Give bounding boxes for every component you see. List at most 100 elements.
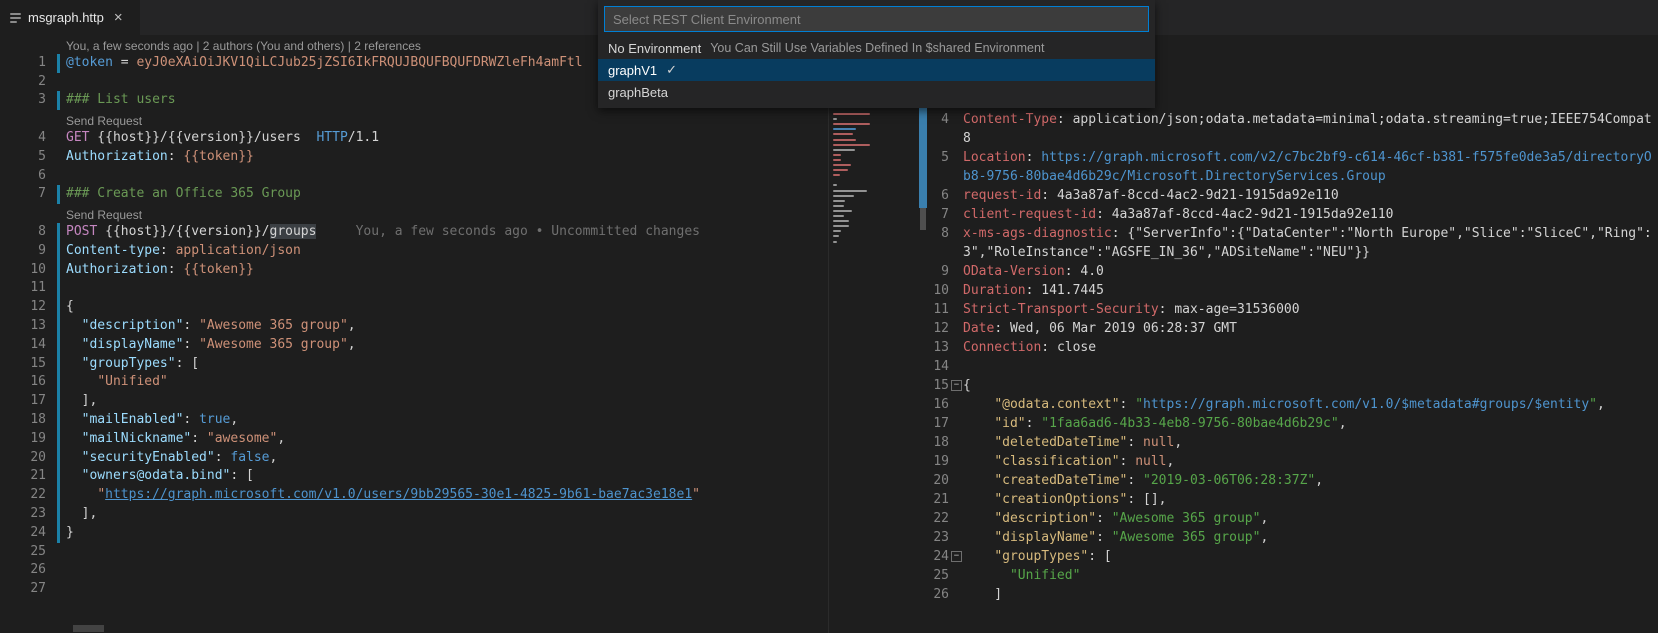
code-line[interactable]: 22 "description": "Awesome 365 group", <box>829 509 1658 528</box>
quickpick-item-graphbeta[interactable]: graphBeta <box>598 81 1155 103</box>
code-text: "deletedDateTime": null, <box>994 435 1183 450</box>
code-text: "Unified" <box>1009 568 1081 583</box>
code-line[interactable]: 9 OData-Version: 4.0 <box>829 262 1658 281</box>
code-line[interactable]: 16 "@odata.context": "https://graph.micr… <box>829 395 1658 414</box>
line-number: 19 <box>30 430 46 446</box>
code-line[interactable]: 22 "https://graph.microsoft.com/v1.0/use… <box>0 486 828 505</box>
code-line[interactable]: 25 "Unified" <box>829 566 1658 585</box>
code-line[interactable]: 8 x-ms-ags-diagnostic: {"ServerInfo":{"Da… <box>829 224 1658 243</box>
code-text: POST {{host}}/{{version}}/groups You, a … <box>66 223 700 239</box>
line-number: 22 <box>933 511 949 526</box>
code-line[interactable]: 12 { <box>0 298 828 317</box>
code-text: @token = eyJ0eXAiOiJKV1QiLCJub25jZSI6IkF… <box>66 54 583 70</box>
code-text: Connection: close <box>963 340 1097 355</box>
code-line[interactable]: 6 request-id: 4a3a87af-8ccd-4ac2-9d21-191… <box>829 186 1658 205</box>
code-line[interactable]: 23 "displayName": "Awesome 365 group", <box>829 528 1658 547</box>
code-text: x-ms-ags-diagnostic: {"ServerInfo":{"Dat… <box>963 226 1652 241</box>
code-line[interactable]: 11 <box>0 279 828 299</box>
line-number: 26 <box>30 562 46 578</box>
code-text: ], <box>66 393 98 409</box>
environment-quickpick: No Environment You Can Still Use Variabl… <box>598 0 1155 108</box>
code-text: "groupTypes": [ <box>81 355 200 371</box>
code-line[interactable]: 4 GET {{host}}/{{version}}/users HTTP/1.1 <box>0 129 828 148</box>
code-line[interactable]: 13 Connection: close <box>829 338 1658 357</box>
code-line[interactable]: 7 ### Create an Office 365 Group <box>0 185 828 205</box>
code-line[interactable]: 14 "displayName": "Awesome 365 group", <box>0 335 828 355</box>
tab-msgraph-http[interactable]: msgraph.http × <box>0 0 140 35</box>
code-line[interactable]: 8 <box>829 129 1658 148</box>
fold-icon[interactable]: − <box>951 551 962 562</box>
code-line[interactable]: 5 Location: https://graph.microsoft.com/v… <box>829 148 1658 167</box>
code-line[interactable]: 14 <box>829 357 1658 376</box>
line-number: 9 <box>941 264 949 279</box>
code-text: Duration: 141.7445 <box>963 283 1104 298</box>
line-number: 7 <box>941 207 949 222</box>
code-line[interactable]: 9 Content-type: application/json <box>0 241 828 261</box>
response-editor[interactable]: 4 Content-Type: application/json;odata.me… <box>829 35 1658 633</box>
code-text: client-request-id: 4a3a87af-8ccd-4ac2-9d… <box>963 207 1394 222</box>
code-line[interactable]: 17 ], <box>0 392 828 411</box>
code-line[interactable]: 20 "createdDateTime": "2019-03-06T06:28:… <box>829 471 1658 490</box>
code-text: "classification": null, <box>994 454 1175 469</box>
request-editor-lines: You, a few seconds ago | 2 authors (You … <box>0 35 828 599</box>
code-line[interactable]: 6 <box>0 167 828 186</box>
code-line[interactable]: 24} <box>0 523 828 543</box>
code-line[interactable]: 21 "creationOptions": [], <box>829 490 1658 509</box>
line-number: 14 <box>933 359 949 374</box>
http-file-icon <box>10 12 21 23</box>
code-line[interactable]: 21 "owners@odata.bind": [ <box>0 467 828 487</box>
code-line[interactable]: 5 Authorization: {{token}} <box>0 148 828 167</box>
request-editor[interactable]: You, a few seconds ago | 2 authors (You … <box>0 35 828 633</box>
code-text: "mailNickname": "awesome", <box>81 430 286 446</box>
code-line[interactable]: 10 Duration: 141.7445 <box>829 281 1658 300</box>
line-number: 25 <box>933 568 949 583</box>
line-number: 10 <box>933 283 949 298</box>
code-line[interactable]: 18 "mailEnabled": true, <box>0 410 828 430</box>
code-line[interactable]: 16 "Unified" <box>0 373 828 393</box>
code-line[interactable]: 10 Authorization: {{token}} <box>0 260 828 280</box>
code-line[interactable]: 12 Date: Wed, 06 Mar 2019 06:28:37 GMT <box>829 319 1658 338</box>
code-line[interactable]: 25 <box>0 543 828 562</box>
code-line[interactable]: 11 Strict-Transport-Security: max-age=315… <box>829 300 1658 319</box>
code-line[interactable]: 20 "securityEnabled": false, <box>0 448 828 468</box>
codelens-row[interactable]: Send Request <box>0 110 828 129</box>
code-line[interactable]: 27 <box>0 580 828 599</box>
code-line[interactable]: 4 Content-Type: application/json;odata.me… <box>829 110 1658 129</box>
code-line[interactable]: 24− "groupTypes": [ <box>829 547 1658 566</box>
line-number: 4 <box>941 112 949 127</box>
code-line[interactable]: 15−{ <box>829 376 1658 395</box>
quickpick-item-graphv1[interactable]: graphV1 ✓ <box>598 59 1155 81</box>
line-number: 6 <box>941 188 949 203</box>
codelens-row[interactable]: Send Request <box>0 204 828 223</box>
code-text: 8 <box>963 131 971 146</box>
code-text: "owners@odata.bind": [ <box>81 468 254 484</box>
gutter-modified-indicator <box>57 53 60 73</box>
fold-icon[interactable]: − <box>951 380 962 391</box>
line-number: 17 <box>933 416 949 431</box>
environment-search-input[interactable] <box>604 6 1149 32</box>
item-label: graphV1 <box>608 62 658 78</box>
quickpick-item-no-environment[interactable]: No Environment You Can Still Use Variabl… <box>598 37 1155 59</box>
code-line[interactable]: 19 "classification": null, <box>829 452 1658 471</box>
code-line[interactable]: 7 client-request-id: 4a3a87af-8ccd-4ac2-9… <box>829 205 1658 224</box>
code-line[interactable]: 23 ], <box>0 504 828 524</box>
code-line[interactable]: 15 "groupTypes": [ <box>0 354 828 374</box>
code-line[interactable]: 26 ] <box>829 585 1658 604</box>
horizontal-scrollbar[interactable] <box>73 625 104 632</box>
code-line[interactable]: 19 "mailNickname": "awesome", <box>0 429 828 449</box>
code-line[interactable]: 13 "description": "Awesome 365 group", <box>0 316 828 336</box>
code-line[interactable]: 3","RoleInstance":"AGSFE_IN_36","ADSiteN… <box>829 243 1658 262</box>
code-text: "groupTypes": [ <box>994 549 1112 564</box>
line-number: 23 <box>933 530 949 545</box>
gutter-modified-indicator <box>57 241 60 261</box>
code-text: Content-Type: application/json;odata.met… <box>963 112 1652 127</box>
code-line[interactable]: 17 "id": "1faa6ad6-4b33-4eb8-9756-80bae4… <box>829 414 1658 433</box>
line-number: 15 <box>933 378 949 393</box>
line-number: 8 <box>38 223 46 239</box>
close-icon[interactable]: × <box>114 10 123 25</box>
code-line[interactable]: b8-9756-80bae4d6b29c/Microsoft.Directory… <box>829 167 1658 186</box>
code-line[interactable]: 8 POST {{host}}/{{version}}/groups You, a… <box>0 222 828 242</box>
code-line[interactable]: 26 <box>0 561 828 580</box>
code-text: "id": "1faa6ad6-4b33-4eb8-9756-80bae4d6b… <box>994 416 1347 431</box>
code-line[interactable]: 18 "deletedDateTime": null, <box>829 433 1658 452</box>
